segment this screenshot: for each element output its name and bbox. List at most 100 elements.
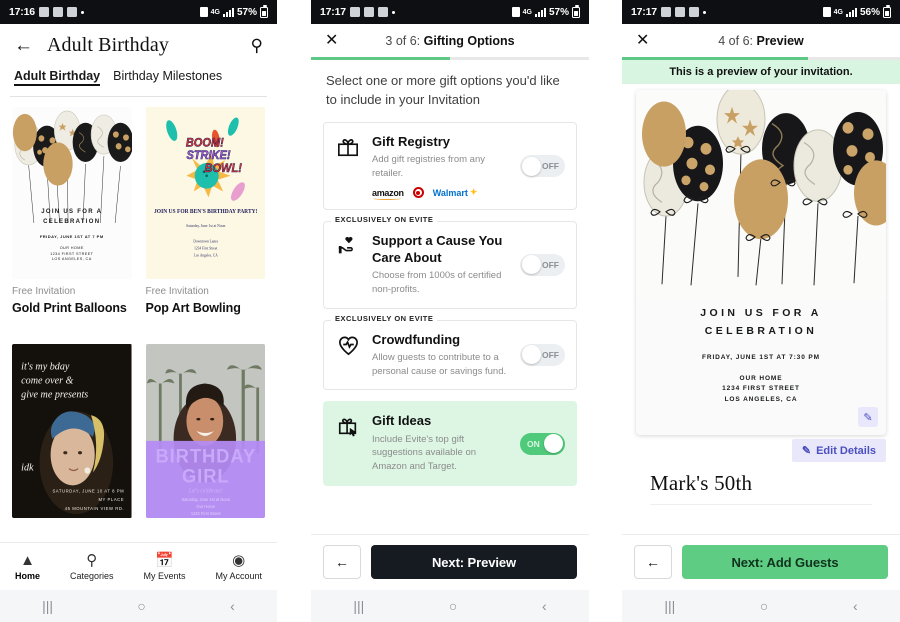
close-icon[interactable]: ✕	[636, 32, 649, 49]
nav-item-home[interactable]: ▲ Home	[15, 553, 40, 581]
option-title: Gift Registry	[372, 133, 451, 149]
toggle-support-a-cause[interactable]: OFF	[520, 253, 565, 276]
invitation-card-bday-portrait[interactable]: it's my bday come over & give me present…	[12, 343, 132, 537]
option-card-gift-registry[interactable]: Gift Registry Add gift registries from a…	[323, 121, 577, 211]
option-card-support-a-cause[interactable]: EXCLUSIVELY ON EVITE Support a Cause You…	[323, 215, 577, 309]
home-button[interactable]: ○	[760, 598, 768, 614]
network-type-label: 4G	[210, 8, 220, 16]
android-system-nav-1: ||| ○ ‹	[0, 590, 277, 622]
nav-item-my-account[interactable]: ◉ My Account	[215, 553, 262, 581]
invitation-card-gold-print-balloons[interactable]: JOIN US FOR A CELEBRATION FRIDAY, JUNE 1S…	[12, 107, 132, 334]
network-type-label: 4G	[522, 8, 532, 16]
status-time: 17:16	[9, 6, 35, 18]
page-header: ← Adult Birthday ⚲	[0, 24, 277, 63]
status-bar-2: 17:17 4G 57%	[311, 0, 589, 24]
recents-button[interactable]: |||	[42, 598, 53, 614]
option-description: Include Evite's top gift suggestions ava…	[372, 433, 477, 473]
toggle-gift-ideas[interactable]: ON	[520, 432, 565, 455]
close-icon[interactable]: ✕	[325, 32, 338, 49]
heart-icon	[335, 332, 361, 357]
gifting-options-body: Select one or more gift options you'd li…	[311, 60, 589, 534]
back-button[interactable]: ‹	[230, 598, 235, 614]
image-icon	[674, 7, 685, 17]
toggle-gift-registry[interactable]: OFF	[520, 155, 565, 178]
nav-item-my-events[interactable]: 📅 My Events	[143, 553, 185, 581]
option-card-crowdfunding[interactable]: EXCLUSIVELY ON EVITE Crowdfunding Allow …	[323, 313, 577, 391]
option-card-gift-ideas[interactable]: Gift Ideas Include Evite's top gift sugg…	[323, 401, 577, 486]
instruction-text: Select one or more gift options you'd li…	[326, 73, 560, 107]
pencil-icon[interactable]: ✎	[858, 407, 878, 427]
edit-details-button[interactable]: ✎ Edit Details	[791, 439, 886, 462]
notification-dot-icon	[702, 10, 706, 14]
tab-birthday-milestones[interactable]: Birthday Milestones	[113, 69, 222, 86]
exclusive-tag: EXCLUSIVELY ON EVITE	[331, 313, 438, 323]
tab-adult-birthday[interactable]: Adult Birthday	[14, 69, 101, 86]
status-time: 17:17	[320, 6, 346, 18]
search-icon[interactable]: ⚲	[251, 36, 263, 56]
address-line-2: 1234 FIRST STREET	[722, 385, 800, 393]
invitation-preview-card[interactable]: JOIN US FOR A CELEBRATION FRIDAY, JUNE 1…	[636, 90, 886, 435]
svg-text:45 MOUNTAIN VIEW RD.: 45 MOUNTAIN VIEW RD.	[65, 505, 124, 510]
balloons-artwork	[636, 90, 886, 300]
toggle-knob	[544, 434, 563, 454]
gift-icon	[335, 134, 361, 158]
back-button[interactable]: ‹	[853, 598, 858, 614]
hand-heart-icon	[335, 233, 361, 257]
status-bar-3: 17:17 4G 56%	[622, 0, 900, 24]
svg-text:come over &: come over &	[21, 375, 74, 386]
invite-address: OUR HOME 1234 FIRST STREET LOS ANGELES, CA	[50, 245, 94, 262]
card-badge: Free Invitation	[145, 286, 209, 297]
nav-label: Home	[14, 570, 40, 581]
svg-text:Let's celebrate!: Let's celebrate!	[187, 488, 222, 494]
address-line-3: LOS ANGELES, CA	[724, 396, 798, 404]
back-button[interactable]: ←	[634, 545, 672, 579]
page-title: Adult Birthday	[47, 34, 169, 56]
nav-item-categories[interactable]: ⚲ Categories	[70, 553, 114, 581]
battery-percent: 57%	[548, 6, 569, 18]
bowling-illustration: BOOM! STRIKE! BOWL! JOIN US FOR BEN'S BI…	[145, 107, 265, 279]
card-title: Pop Art Bowling	[145, 301, 241, 315]
step-counter: 4 of 6:	[718, 33, 757, 48]
recents-button[interactable]: |||	[353, 598, 364, 614]
music-note-icon	[660, 7, 671, 17]
exclusive-tag: EXCLUSIVELY ON EVITE	[331, 215, 438, 225]
pencil-icon: ✎	[801, 445, 812, 457]
toggle-crowdfunding[interactable]: OFF	[520, 343, 565, 366]
invitation-card-pop-art-bowling[interactable]: BOOM! STRIKE! BOWL! JOIN US FOR BEN'S BI…	[145, 107, 265, 334]
svg-text:Downtown Lanes: Downtown Lanes	[193, 240, 218, 244]
gift-tap-icon	[335, 413, 361, 437]
lock-icon	[199, 7, 208, 17]
next-add-guests-button[interactable]: Next: Add Guests	[682, 545, 888, 579]
card-artwork: BIRTHDAY GIRL Let's celebrate! Saturday,…	[145, 343, 265, 518]
svg-text:Saturday, June 1st at Noon: Saturday, June 1st at Noon	[181, 497, 230, 502]
next-preview-button[interactable]: Next: Preview	[371, 545, 577, 579]
android-system-nav-3: ||| ○ ‹	[622, 590, 900, 622]
battery-icon	[260, 5, 268, 18]
wizard-footer-2: ← Next: Preview	[311, 534, 589, 590]
edit-details-label: Edit Details	[816, 444, 876, 457]
invitation-text-block: JOIN US FOR A CELEBRATION FRIDAY, JUNE 1…	[636, 305, 886, 406]
recents-button[interactable]: |||	[664, 598, 675, 614]
back-button[interactable]: ←	[323, 545, 361, 579]
card-invite-preview-text: JOIN US FOR A CELEBRATION FRIDAY, JUNE 1S…	[12, 208, 132, 263]
home-button[interactable]: ○	[137, 598, 145, 614]
account-circle-icon: ◉	[232, 551, 246, 569]
invitation-card-birthday-girl[interactable]: BIRTHDAY GIRL Let's celebrate! Saturday,…	[145, 343, 265, 537]
svg-text:STRIKE!: STRIKE!	[186, 150, 230, 162]
birthday-girl-illustration: BIRTHDAY GIRL Let's celebrate! Saturday,…	[145, 343, 265, 518]
back-arrow-icon[interactable]: ←	[14, 36, 33, 55]
battery-icon	[883, 5, 891, 18]
back-button[interactable]: ‹	[542, 598, 547, 614]
lock-icon	[822, 7, 831, 17]
home-button[interactable]: ○	[449, 598, 457, 614]
spark-icon: ✦	[469, 187, 478, 198]
panel-gap-2	[589, 0, 622, 622]
svg-text:GIRL: GIRL	[181, 465, 229, 487]
toggle-label: OFF	[542, 259, 559, 270]
signal-icon	[222, 7, 234, 17]
search-icon: ⚲	[86, 551, 98, 569]
nav-label: My Events	[143, 570, 186, 581]
svg-text:BOWL!: BOWL!	[204, 163, 242, 175]
svg-text:SATURDAY, JUNE 10 AT 8 PM: SATURDAY, JUNE 10 AT 8 PM	[52, 488, 124, 493]
music-note-icon	[349, 7, 360, 17]
